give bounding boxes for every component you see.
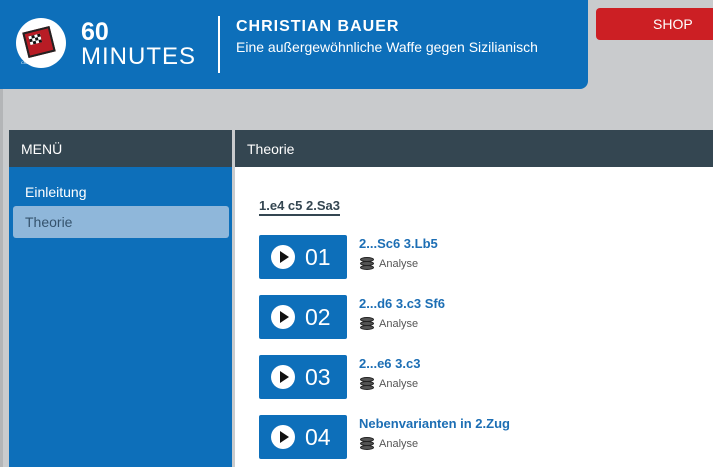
content-title: Theorie <box>235 130 713 167</box>
lesson-item[interactable]: 04 Nebenvarianten in 2.Zug Analyse <box>259 415 709 459</box>
page-scrollbar[interactable] <box>0 89 3 467</box>
lesson-number: 01 <box>305 244 331 270</box>
sidebar-item-theorie[interactable]: Theorie <box>13 206 229 238</box>
brand-word: MINUTES <box>81 43 196 70</box>
brand-number: 60 <box>81 18 109 46</box>
lesson-type: Analyse <box>379 258 419 270</box>
database-icon <box>359 316 375 332</box>
play-icon <box>271 305 295 329</box>
lesson-play-button[interactable]: 01 <box>259 235 347 279</box>
lesson-play-button[interactable]: 02 <box>259 295 347 339</box>
course-subtitle: Eine außergewöhnliche Waffe gegen Sizili… <box>236 39 538 55</box>
lesson-number: 02 <box>305 304 331 330</box>
main-content: Theorie 1.e4 c5 2.Sa3 01 2...Sc6 3.Lb5 A… <box>235 130 713 467</box>
lesson-type: Analyse <box>379 318 419 330</box>
lesson-item[interactable]: 01 2...Sc6 3.Lb5 Analyse <box>259 235 709 279</box>
database-icon <box>359 376 375 392</box>
course-header: Chessbase 60 MINUTES CHRISTIAN BAUER Ein… <box>0 0 588 89</box>
chessbase-logo: Chessbase <box>16 18 66 68</box>
header-divider <box>218 16 220 73</box>
lesson-type: Analyse <box>379 438 419 450</box>
lesson-number: 03 <box>305 364 331 390</box>
logo-text: Chessbase <box>21 60 42 65</box>
lesson-title-link[interactable]: Nebenvarianten in 2.Zug <box>359 416 510 431</box>
author-name: CHRISTIAN BAUER <box>236 18 400 35</box>
section-heading: 1.e4 c5 2.Sa3 <box>259 198 340 216</box>
chess-board-icon <box>22 25 56 59</box>
database-icon <box>359 436 375 452</box>
lesson-title-link[interactable]: 2...Sc6 3.Lb5 <box>359 236 438 251</box>
lesson-item[interactable]: 03 2...e6 3.c3 Analyse <box>259 355 709 399</box>
sidebar-menu: MENÜ Einleitung Theorie <box>9 130 232 467</box>
lesson-type: Analyse <box>379 378 419 390</box>
sidebar-title: MENÜ <box>9 130 232 167</box>
lesson-title-link[interactable]: 2...d6 3.c3 Sf6 <box>359 296 445 311</box>
lesson-item[interactable]: 02 2...d6 3.c3 Sf6 Analyse <box>259 295 709 339</box>
play-icon <box>271 245 295 269</box>
sidebar-item-einleitung[interactable]: Einleitung <box>13 176 229 208</box>
play-icon <box>271 425 295 449</box>
shop-button[interactable]: SHOP <box>596 8 713 40</box>
database-icon <box>359 256 375 272</box>
lesson-title-link[interactable]: 2...e6 3.c3 <box>359 356 420 371</box>
lesson-number: 04 <box>305 424 331 450</box>
play-icon <box>271 365 295 389</box>
lesson-play-button[interactable]: 03 <box>259 355 347 399</box>
lesson-play-button[interactable]: 04 <box>259 415 347 459</box>
